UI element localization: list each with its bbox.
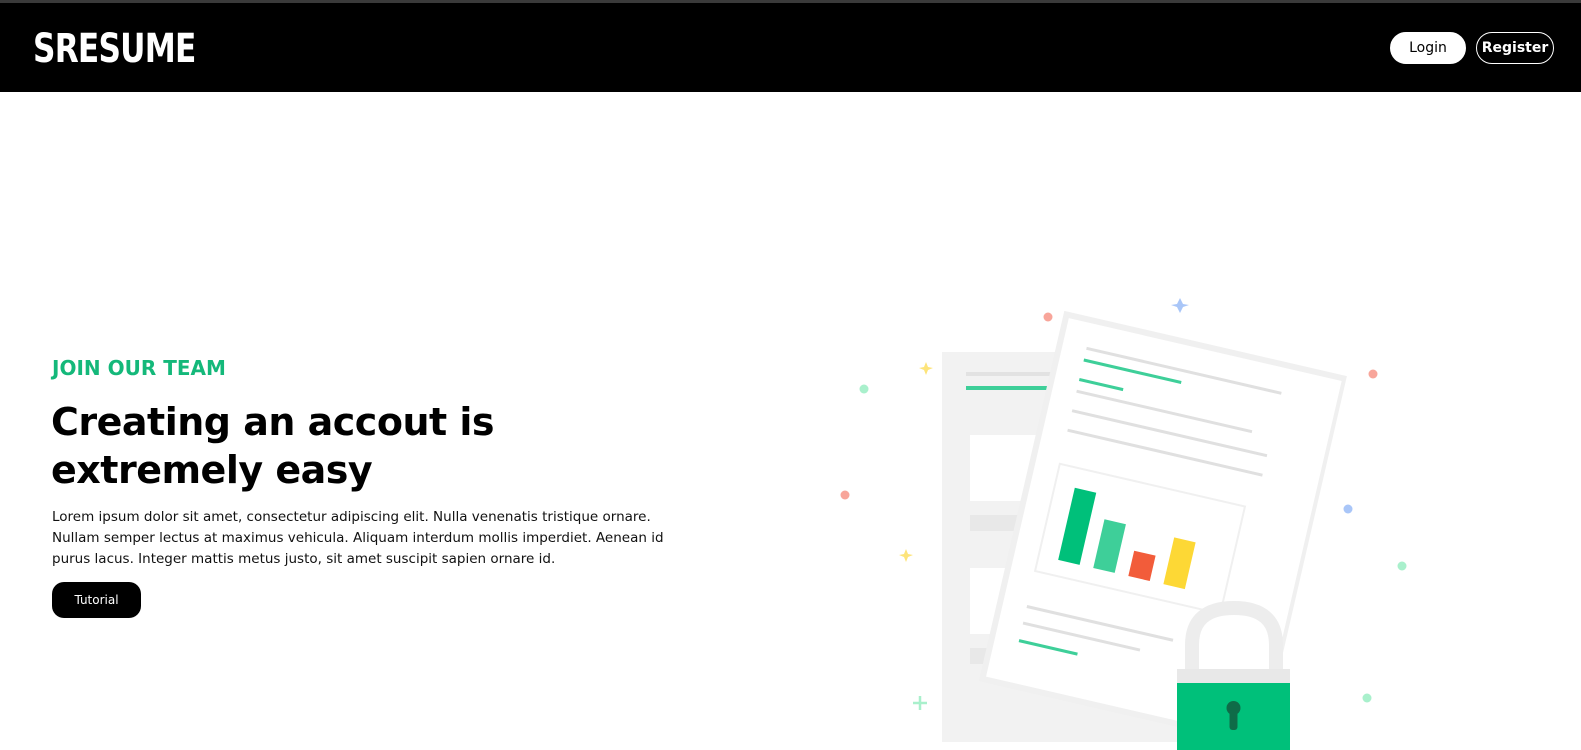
document-illustration (840, 298, 1407, 750)
login-button[interactable]: Login (1390, 32, 1466, 64)
hero-headline: Creating an accout is extremely easy (51, 400, 495, 492)
hero-body: Lorem ipsum dolor sit amet, consectetur … (52, 509, 664, 567)
tutorial-button[interactable]: Tutorial (52, 582, 141, 618)
navbar: SRESUME Login Register (0, 3, 1581, 92)
hero-eyebrow: JOIN OUR TEAM (52, 356, 226, 380)
logo[interactable]: SRESUME (33, 29, 196, 69)
register-button[interactable]: Register (1476, 32, 1554, 64)
